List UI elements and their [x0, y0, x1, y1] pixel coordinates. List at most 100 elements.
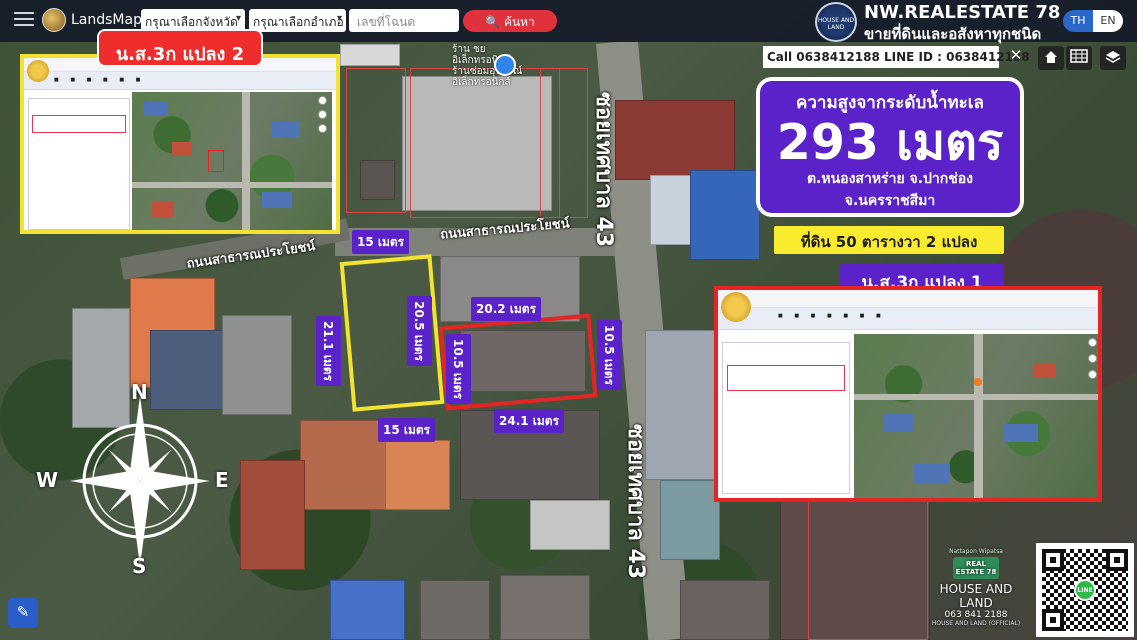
- roof: [330, 580, 405, 640]
- measure-plot2-left: 21.1 เมตร: [316, 316, 341, 387]
- line-qr-code: LINE: [1036, 543, 1134, 637]
- district-select-value: กรุณาเลือกอำเภอ: [253, 15, 344, 29]
- roof: [690, 170, 760, 260]
- inset-tab: ■: [810, 313, 816, 319]
- inset-info-row: [727, 365, 845, 391]
- inset-tab: ■: [875, 313, 881, 319]
- department-emblem-icon: [721, 292, 751, 322]
- compass-north: N: [131, 380, 148, 404]
- brand-line-land: LAND: [959, 596, 993, 610]
- chevron-down-icon: ▾: [336, 13, 342, 24]
- inset-zoom-control: [318, 124, 327, 133]
- plot-2-tag: น.ส.3ก แปลง 2: [97, 29, 263, 67]
- inset-zoom-control: [318, 110, 327, 119]
- menu-icon[interactable]: [14, 12, 34, 28]
- inset-roof: [914, 464, 950, 484]
- inset-roof: [262, 192, 292, 208]
- inset-zoom-control: [1088, 338, 1097, 347]
- inset-tabs: ■ ■ ■ ■ ■ ■: [24, 72, 336, 90]
- line-app-icon: LINE: [1074, 579, 1096, 601]
- inset-tabs: ■ ■ ■ ■ ■ ■ ■: [718, 308, 1098, 330]
- inset-roof: [172, 142, 192, 156]
- plot-1-screenshot-inset: ■ ■ ■ ■ ■ ■ ■: [714, 286, 1102, 502]
- measure-plot1-right: 10.5 เมตร: [597, 320, 622, 391]
- deed-number-input[interactable]: เลขที่โฉนด: [349, 9, 459, 32]
- inset-tab: ■: [54, 77, 59, 83]
- house-and-land-branding: Nattapon Wipatsa REAL ESTATE 78 HOUSE AN…: [930, 548, 1022, 638]
- brand-phone: 063 841 2188: [944, 610, 1008, 620]
- inset-road: [974, 334, 983, 498]
- plot-boundary: [346, 68, 406, 213]
- brand-badge: REAL ESTATE 78: [953, 557, 999, 579]
- province-select-value: กรุณาเลือกจังหวัด: [145, 15, 238, 29]
- roof: [385, 440, 450, 510]
- inset-header: [718, 290, 1098, 308]
- inset-road: [242, 92, 250, 230]
- roof: [530, 500, 610, 550]
- inset-plot-pin: [974, 378, 982, 386]
- plot-boundary: [540, 68, 588, 218]
- grid-icon[interactable]: [1066, 46, 1092, 70]
- road-label-soi-bottom: ซอยเทศบาล 43: [623, 424, 648, 580]
- inset-tab: ■: [70, 77, 76, 83]
- inset-road: [132, 182, 332, 188]
- elevation-location-line1: ต.หนองสาหร่าย จ.ปากช่อง: [806, 171, 974, 187]
- inset-tab: ■: [859, 313, 865, 319]
- land-area-tag: ที่ดิน 50 ตารางวา 2 แปลง: [774, 226, 1004, 254]
- inset-roof: [144, 102, 168, 116]
- inset-zoom-control: [318, 96, 327, 105]
- department-emblem-icon: [27, 60, 49, 82]
- roof: [645, 330, 715, 480]
- district-select[interactable]: กรุณาเลือกอำเภอ ▾: [249, 9, 346, 32]
- qr-eye: [1106, 549, 1128, 571]
- inset-zoom-control: [1088, 370, 1097, 379]
- close-icon[interactable]: ✕: [1003, 46, 1029, 68]
- inset-tab: ■: [794, 313, 800, 319]
- lang-en-button[interactable]: EN: [1093, 10, 1123, 32]
- elevation-title: ความสูงจากระดับน้ำทะเล: [796, 93, 984, 113]
- roof: [340, 44, 400, 66]
- compass-south: S: [132, 554, 147, 578]
- chevron-down-icon: ▾: [235, 13, 241, 24]
- app-title: LandsMaps: [71, 12, 150, 28]
- home-icon[interactable]: [1038, 46, 1064, 70]
- roof: [615, 100, 735, 180]
- roof: [420, 580, 490, 640]
- roof: [680, 580, 770, 640]
- inset-roof: [152, 202, 174, 218]
- inset-info-panel: [722, 342, 850, 494]
- brand-badge-logo: HOUSE AND LAND: [815, 2, 857, 42]
- plot-boundary: [410, 68, 560, 218]
- inset-roof: [272, 122, 300, 138]
- contact-banner: Call 0638412188 LINE ID : 0638412188: [763, 46, 1030, 68]
- search-button[interactable]: 🔍 ค้นหา: [463, 10, 557, 32]
- shop-pin-icon[interactable]: [494, 54, 516, 76]
- plot-2-screenshot-inset: ■ ■ ■ ■ ■ ■: [20, 54, 340, 234]
- landsmaps-logo: [42, 8, 66, 32]
- compass-east: E: [215, 468, 229, 492]
- road-label-soi-top: ซอยเทศบาล 43: [591, 92, 616, 248]
- inset-plot-highlight: [208, 150, 224, 172]
- inset-tab: ■: [135, 77, 141, 83]
- inset-roof: [1034, 364, 1056, 378]
- measure-plot2-bottom: 15 เมตร: [378, 418, 436, 442]
- inset-info-row: [32, 115, 126, 133]
- brand-title: NW.REALESTATE 78: [864, 2, 1061, 23]
- elevation-location-line2: จ.นครราชสีมา: [844, 193, 936, 209]
- layers-icon[interactable]: [1100, 46, 1126, 70]
- roof: [240, 460, 305, 570]
- measure-plot1-bottom: 24.1 เมตร: [494, 409, 565, 433]
- inset-roof: [884, 414, 914, 432]
- inset-tab: ■: [826, 313, 832, 319]
- elevation-value: 293 เมตร: [776, 114, 1004, 171]
- brand-subtitle: ขายที่ดินและอสังหาทุกชนิด: [864, 25, 1042, 43]
- poi-line: อิเล็กทรอนิกส์: [452, 77, 511, 88]
- poi-line: ร้าน ชย: [452, 44, 486, 55]
- brand-badge-text: HOUSE AND LAND: [817, 17, 855, 31]
- inset-tab: ■: [119, 77, 125, 83]
- inset-roof: [1004, 424, 1038, 442]
- ruler-icon[interactable]: ✎: [8, 598, 38, 628]
- lang-th-button[interactable]: TH: [1063, 10, 1093, 32]
- inset-tab: ■: [102, 77, 108, 83]
- qr-eye: [1042, 549, 1064, 571]
